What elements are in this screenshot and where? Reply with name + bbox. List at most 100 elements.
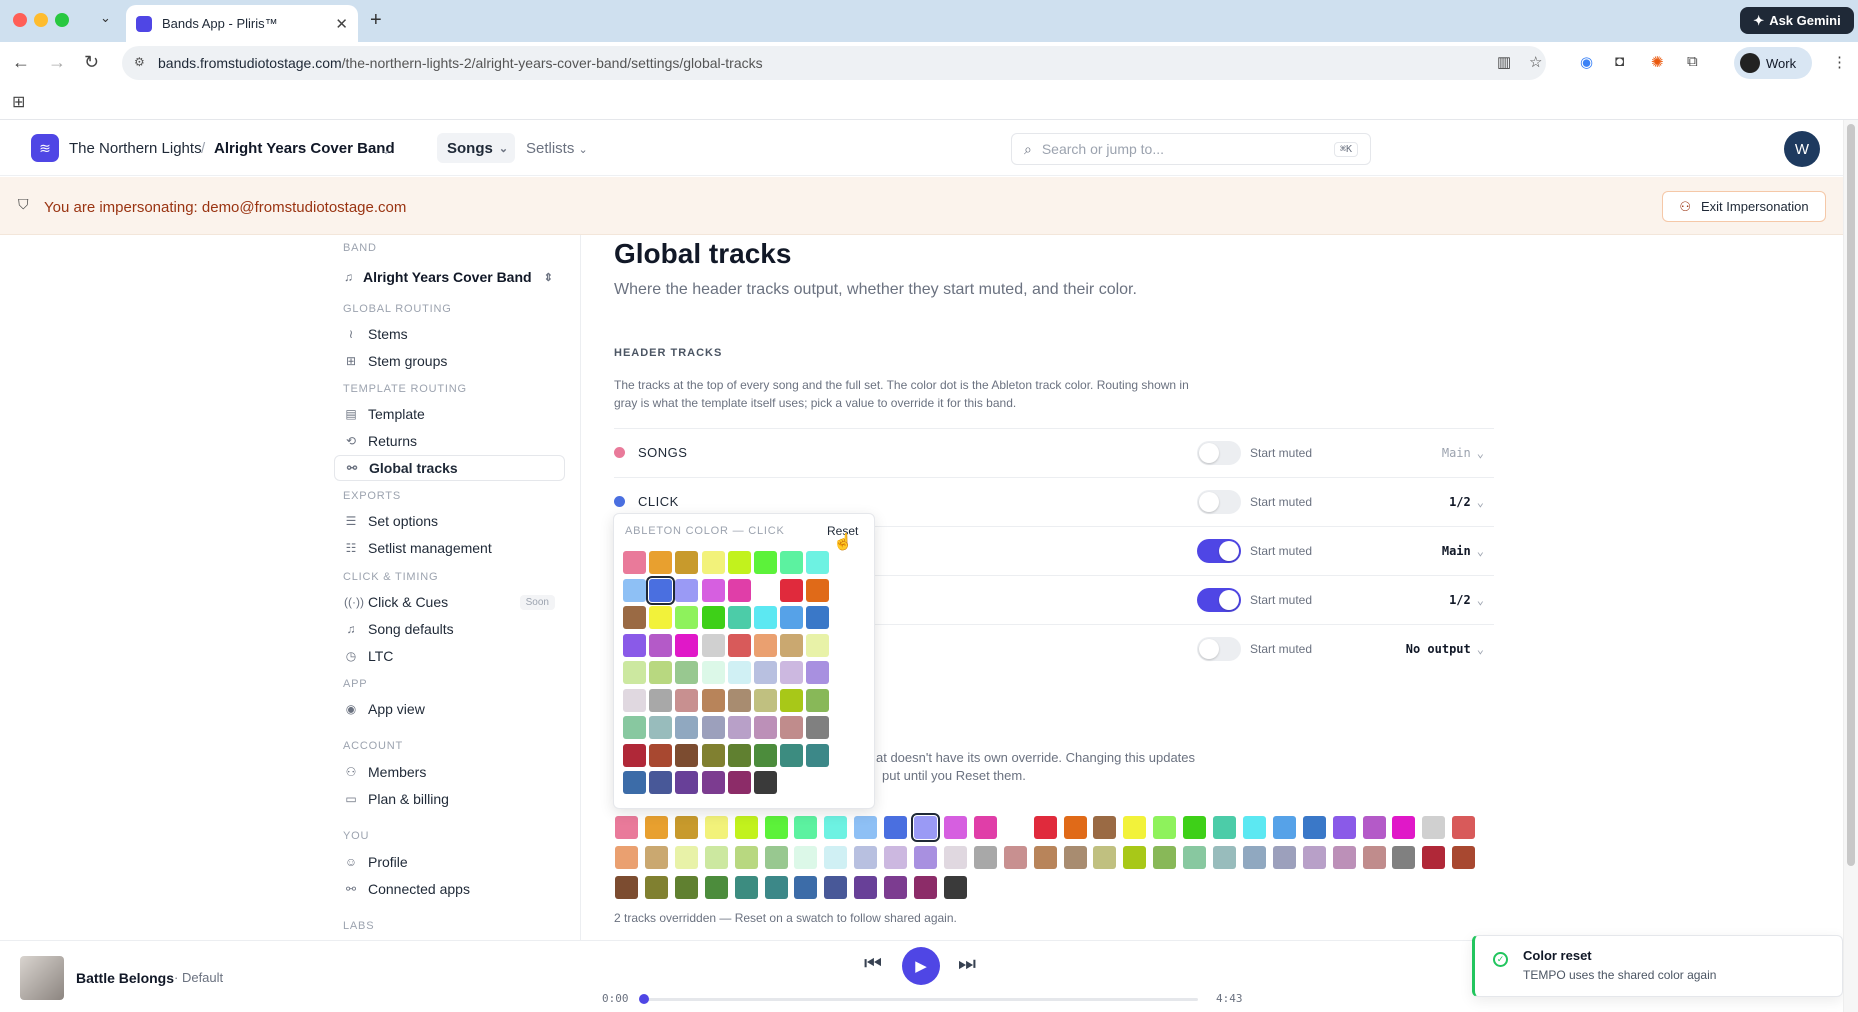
extension-icon[interactable]: ◉ <box>1580 53 1593 71</box>
color-swatch[interactable] <box>780 606 804 629</box>
start-muted-toggle[interactable] <box>1197 539 1241 563</box>
forward-icon[interactable]: → <box>48 52 66 73</box>
color-swatch[interactable] <box>754 606 777 629</box>
shared-color-swatch[interactable] <box>943 846 967 869</box>
shared-color-swatch[interactable] <box>794 876 818 899</box>
extensions-puzzle-icon[interactable]: ⧉ <box>1687 53 1698 70</box>
shared-color-swatch[interactable] <box>644 846 668 869</box>
shared-color-swatch[interactable] <box>1392 816 1416 839</box>
back-icon[interactable]: ← <box>12 52 30 73</box>
shared-color-swatch[interactable] <box>854 846 878 869</box>
color-swatch[interactable] <box>701 716 725 739</box>
color-swatch[interactable] <box>701 771 725 794</box>
shared-color-swatch[interactable] <box>943 876 967 899</box>
shared-color-swatch[interactable] <box>1003 846 1027 869</box>
shared-color-swatch[interactable] <box>674 846 698 869</box>
new-tab-icon[interactable]: + <box>370 9 382 32</box>
shared-color-swatch[interactable] <box>1422 816 1446 839</box>
sidebar-item-connected-apps[interactable]: ⚯ Connected apps <box>334 876 565 902</box>
track-color-dot[interactable] <box>614 447 625 458</box>
start-muted-toggle[interactable] <box>1197 441 1241 465</box>
shared-color-swatch[interactable] <box>1272 816 1296 839</box>
shared-color-swatch[interactable] <box>1302 846 1326 869</box>
shared-color-swatch[interactable] <box>1452 816 1476 839</box>
shared-color-swatch[interactable] <box>704 876 728 899</box>
search-input[interactable]: ⌕ Search or jump to... ⌘K <box>1011 133 1371 165</box>
color-swatch[interactable] <box>675 688 699 712</box>
color-swatch[interactable] <box>806 688 830 712</box>
shared-color-swatch[interactable] <box>1183 846 1207 869</box>
sidebar-item-app-view[interactable]: ◉ App view <box>334 696 565 722</box>
bookmark-star-icon[interactable]: ☆ <box>1529 53 1542 71</box>
color-swatch[interactable] <box>727 743 751 767</box>
shared-color-swatch[interactable] <box>704 816 728 839</box>
start-muted-toggle[interactable] <box>1197 588 1241 612</box>
shared-color-swatch[interactable] <box>1452 846 1476 869</box>
minimize-window-button[interactable] <box>34 13 48 27</box>
color-swatch[interactable] <box>754 551 777 574</box>
color-swatch[interactable] <box>623 771 646 794</box>
shared-color-swatch[interactable] <box>1392 846 1416 869</box>
route-select[interactable]: 1/2 ⌄ <box>1449 495 1484 509</box>
reader-mode-icon[interactable]: ▥ <box>1497 53 1511 71</box>
sidebar-item-template[interactable]: ▤ Template <box>334 401 565 427</box>
user-avatar[interactable]: W <box>1784 131 1820 167</box>
sidebar-item-profile[interactable]: ☺ Profile <box>334 849 565 875</box>
route-select[interactable]: No output ⌄ <box>1406 642 1484 656</box>
shared-color-swatch[interactable] <box>884 846 908 869</box>
track-color-dot[interactable] <box>614 496 625 507</box>
close-tab-icon[interactable]: ✕ <box>335 15 348 33</box>
previous-track-icon[interactable]: ⏮ <box>864 953 882 976</box>
shared-color-swatch[interactable] <box>764 846 788 869</box>
color-swatch[interactable] <box>649 771 673 794</box>
shared-color-swatch[interactable] <box>734 846 758 869</box>
breadcrumb-org[interactable]: The Northern Lights <box>69 140 202 157</box>
color-swatch[interactable] <box>623 606 646 629</box>
progress-handle[interactable] <box>638 994 649 1004</box>
shared-color-swatch[interactable] <box>1213 816 1236 839</box>
color-swatch[interactable] <box>780 661 804 684</box>
shared-color-swatch[interactable] <box>734 876 758 899</box>
shared-color-swatch[interactable] <box>911 813 940 842</box>
sidebar-item-stems[interactable]: ≀ Stems <box>334 321 565 347</box>
color-swatch[interactable] <box>701 606 725 629</box>
nav-setlists[interactable]: Setlists ⌄ <box>526 140 588 157</box>
shared-color-swatch[interactable] <box>973 816 997 839</box>
color-swatch[interactable] <box>727 771 751 794</box>
color-swatch[interactable] <box>649 743 673 767</box>
color-swatch[interactable] <box>675 716 699 739</box>
shared-color-swatch[interactable] <box>884 876 908 899</box>
color-swatch[interactable] <box>649 688 673 712</box>
sidebar-item-song-defaults[interactable]: ♫ Song defaults <box>334 616 565 642</box>
shared-color-swatch[interactable] <box>824 876 848 899</box>
route-select[interactable]: Main ⌄ <box>1442 446 1484 460</box>
shared-color-swatch[interactable] <box>1362 846 1386 869</box>
shared-color-swatch[interactable] <box>764 816 788 839</box>
apps-grid-icon[interactable]: ⊞ <box>12 92 25 112</box>
color-swatch[interactable] <box>806 578 830 602</box>
shared-color-swatch[interactable] <box>704 846 728 869</box>
shared-color-swatch[interactable] <box>1123 846 1147 869</box>
shared-color-swatch[interactable] <box>674 876 698 899</box>
shared-color-swatch[interactable] <box>644 816 668 839</box>
shared-color-swatch[interactable] <box>1033 816 1057 839</box>
sidebar-item-click-cues[interactable]: ((·)) Click & Cues Soon <box>334 589 565 615</box>
shared-color-swatch[interactable] <box>794 816 818 839</box>
sidebar-item-setlist-management[interactable]: ☷ Setlist management <box>334 535 565 561</box>
color-swatch[interactable] <box>701 633 725 657</box>
sidebar-item-ltc[interactable]: ◷ LTC <box>334 643 565 669</box>
shared-color-swatch[interactable] <box>615 846 638 869</box>
shared-color-swatch[interactable] <box>1033 846 1057 869</box>
close-window-button[interactable] <box>13 13 27 27</box>
shared-color-swatch[interactable] <box>914 876 937 899</box>
nav-songs[interactable]: Songs ⌄ <box>437 133 515 163</box>
profile-button[interactable]: Work <box>1734 47 1812 79</box>
color-swatch[interactable] <box>780 551 804 574</box>
color-swatch[interactable] <box>675 743 699 767</box>
color-swatch[interactable] <box>675 606 699 629</box>
color-swatch[interactable] <box>780 633 804 657</box>
start-muted-toggle[interactable] <box>1197 490 1241 514</box>
shared-color-swatch[interactable] <box>674 816 698 839</box>
browser-tab[interactable]: Bands App - Pliris™ ✕ <box>126 5 358 42</box>
color-swatch[interactable] <box>701 578 725 602</box>
